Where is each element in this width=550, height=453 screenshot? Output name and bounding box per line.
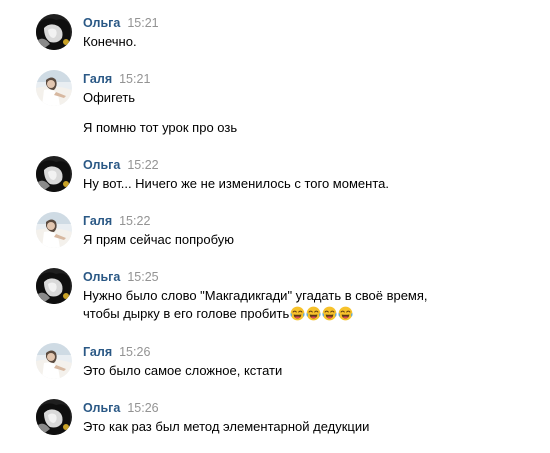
message-text: Это было самое сложное, кстати: [83, 363, 283, 378]
message-item: Галя 15:26 Это было самое сложное, кстати: [36, 343, 546, 383]
author-name[interactable]: Галя: [83, 345, 112, 359]
face-with-tears-of-joy-icon: [290, 306, 305, 321]
message-time[interactable]: 15:21: [127, 16, 158, 30]
avatar[interactable]: [36, 343, 72, 379]
olga-avatar-icon: [36, 268, 72, 304]
message-text: Офигеть: [83, 90, 136, 105]
message-item: Ольга 15:22 Ну вот... Ничего же не измени…: [36, 156, 546, 196]
galya-avatar-icon: [36, 343, 72, 379]
olga-avatar-icon: [36, 14, 72, 50]
author-name[interactable]: Галя: [83, 72, 112, 86]
avatar[interactable]: [36, 14, 72, 50]
author-name[interactable]: Галя: [83, 214, 112, 228]
galya-avatar-icon: [36, 212, 72, 248]
avatar[interactable]: [36, 156, 72, 192]
face-with-tears-of-joy-icon: [306, 306, 321, 321]
olga-avatar-icon: [36, 399, 72, 435]
message-time[interactable]: 15:25: [127, 270, 158, 284]
message-time[interactable]: 15:26: [119, 345, 150, 359]
message-item: Ольга 15:21 Конечно.: [36, 14, 546, 54]
message-item: Ольга 15:26 Это как раз был метод элемент…: [36, 399, 546, 439]
author-name[interactable]: Ольга: [83, 401, 120, 415]
avatar[interactable]: [36, 399, 72, 435]
galya-avatar-icon: [36, 70, 72, 106]
message-text-line: чтобы дырку в его голове пробить: [83, 305, 353, 323]
message-time[interactable]: 15:22: [127, 158, 158, 172]
message-header: Ольга 15:22: [83, 158, 159, 172]
avatar[interactable]: [36, 268, 72, 304]
message-text: чтобы дырку в его голове пробить: [83, 306, 290, 321]
message-text: Конечно.: [83, 34, 137, 49]
avatar[interactable]: [36, 70, 72, 106]
message-text: Я помню тот урок про озь: [83, 120, 238, 135]
message-time[interactable]: 15:22: [119, 214, 150, 228]
message-text: Я прям сейчас попробую: [83, 232, 234, 247]
message-text: Нужно было слово "Макгадикгади" угадать …: [83, 288, 428, 303]
face-with-tears-of-joy-icon: [322, 306, 337, 321]
chat-history: Ольга 15:21 Конечно. Галя 15:21 Офигеть Я …: [0, 0, 550, 453]
message-header: Ольга 15:25: [83, 270, 159, 284]
message-item: Галя 15:21 Офигеть Я помню тот урок про о…: [36, 70, 546, 140]
olga-avatar-icon: [36, 156, 72, 192]
message-header: Галя 15:21: [83, 72, 150, 86]
message-time[interactable]: 15:26: [127, 401, 158, 415]
message-header: Галя 15:22: [83, 214, 150, 228]
message-header: Ольга 15:21: [83, 16, 159, 30]
author-name[interactable]: Ольга: [83, 16, 120, 30]
face-with-tears-of-joy-icon: [338, 306, 353, 321]
message-text: Ну вот... Ничего же не изменилось с того…: [83, 176, 389, 191]
message-header: Ольга 15:26: [83, 401, 159, 415]
message-time[interactable]: 15:21: [119, 72, 150, 86]
message-item: Галя 15:22 Я прям сейчас попробую: [36, 212, 546, 252]
message-item: Ольга 15:25 Нужно было слово "Макгадикгад…: [36, 268, 546, 328]
avatar[interactable]: [36, 212, 72, 248]
author-name[interactable]: Ольга: [83, 270, 120, 284]
message-header: Галя 15:26: [83, 345, 150, 359]
author-name[interactable]: Ольга: [83, 158, 120, 172]
message-text: Это как раз был метод элементарной дедук…: [83, 419, 370, 434]
